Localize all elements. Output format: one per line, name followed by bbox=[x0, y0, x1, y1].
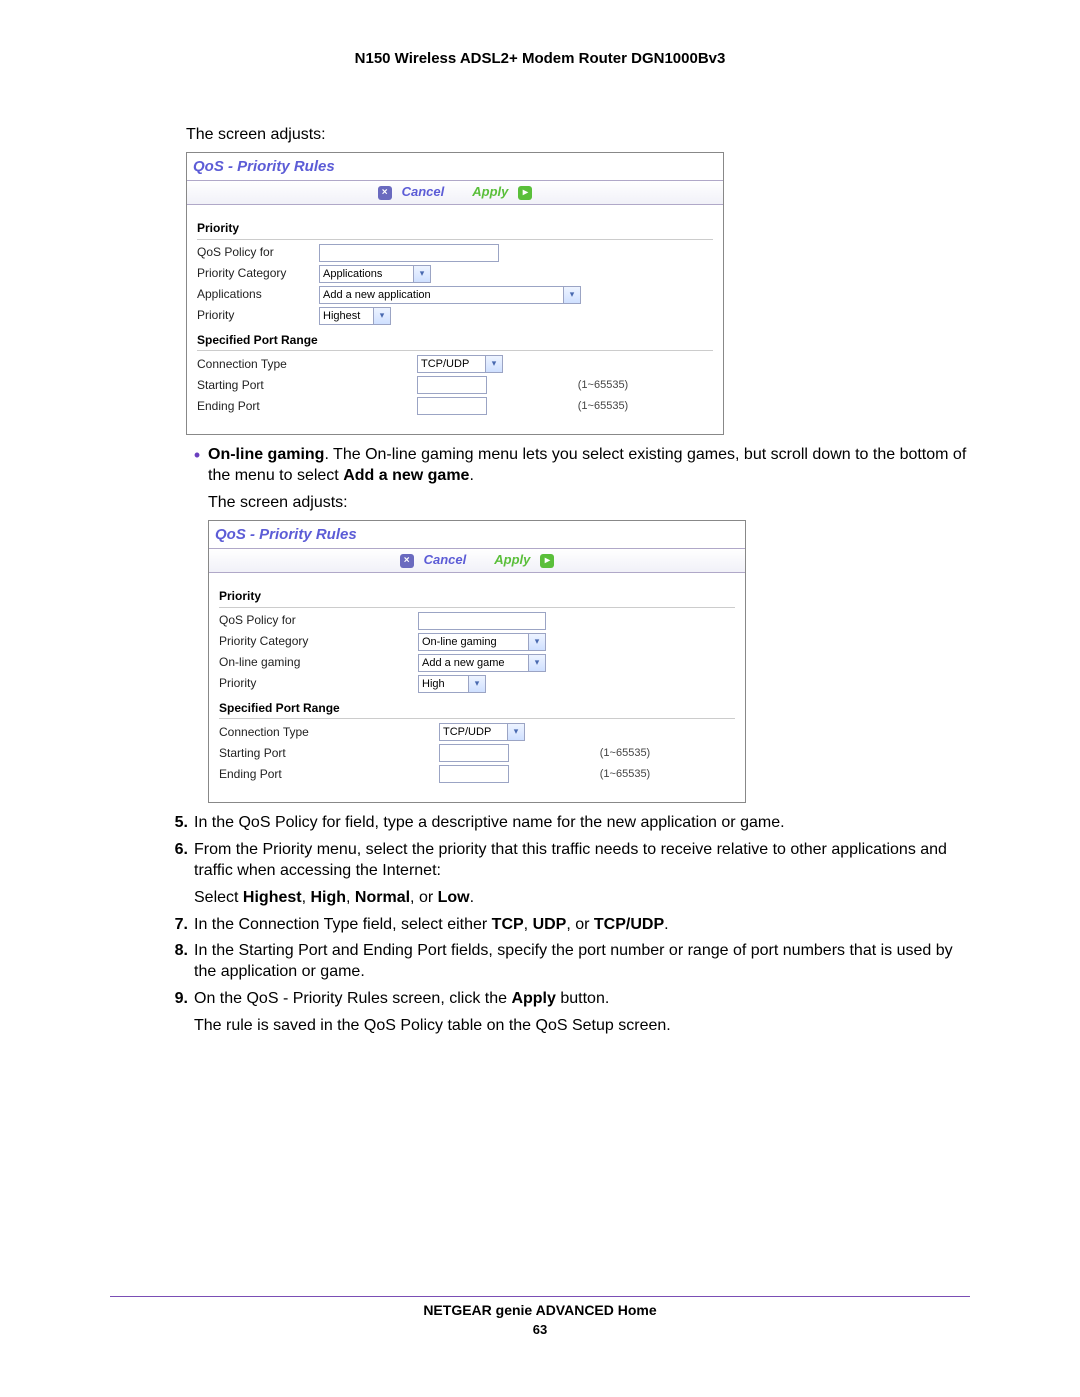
starting-port-input[interactable] bbox=[439, 744, 509, 762]
apply-button[interactable]: Apply ▸ bbox=[494, 552, 554, 569]
apply-label: Apply bbox=[494, 552, 530, 569]
ending-port-label: Ending Port bbox=[219, 767, 435, 783]
footer-title: NETGEAR genie ADVANCED Home bbox=[0, 1302, 1080, 1318]
port-range-header: Specified Port Range bbox=[219, 701, 735, 720]
apply-icon: ▸ bbox=[518, 186, 532, 200]
connection-type-select[interactable]: TCP/UDP ▾ bbox=[417, 355, 503, 373]
chevron-down-icon: ▾ bbox=[528, 634, 545, 650]
online-gaming-value: Add a new game bbox=[422, 656, 505, 670]
connection-type-value: TCP/UDP bbox=[421, 357, 469, 371]
port-hint: (1~65535) bbox=[600, 767, 735, 781]
step-7: 7. In the Connection Type field, select … bbox=[162, 915, 970, 936]
port-hint: (1~65535) bbox=[600, 746, 735, 760]
ending-port-input[interactable] bbox=[439, 765, 509, 783]
chevron-down-icon: ▾ bbox=[468, 676, 485, 692]
priority-label: Priority bbox=[197, 308, 315, 324]
ending-port-input[interactable] bbox=[417, 397, 487, 415]
starting-port-label: Starting Port bbox=[219, 746, 435, 762]
step-6: 6. From the Priority menu, select the pr… bbox=[162, 840, 970, 882]
priority-select[interactable]: High ▾ bbox=[418, 675, 486, 693]
lead-text-2: The screen adjusts: bbox=[208, 493, 970, 514]
chevron-down-icon: ▾ bbox=[507, 724, 524, 740]
online-gaming-select[interactable]: Add a new game ▾ bbox=[418, 654, 546, 672]
starting-port-input[interactable] bbox=[417, 376, 487, 394]
panel1-toolbar: × Cancel Apply ▸ bbox=[187, 180, 723, 205]
priority-category-value: Applications bbox=[323, 267, 382, 281]
priority-section-header: Priority bbox=[219, 589, 735, 608]
footer-rule bbox=[110, 1296, 970, 1297]
cancel-label: Cancel bbox=[402, 184, 445, 201]
ending-port-label: Ending Port bbox=[197, 399, 413, 415]
chevron-down-icon: ▾ bbox=[528, 655, 545, 671]
close-icon: × bbox=[378, 186, 392, 200]
qos-policy-label: QoS Policy for bbox=[197, 245, 315, 261]
qos-panel-1: QoS - Priority Rules × Cancel Apply ▸ Pr… bbox=[186, 152, 724, 436]
applications-label: Applications bbox=[197, 287, 315, 303]
qos-panel-2: QoS - Priority Rules × Cancel Apply ▸ Pr… bbox=[208, 520, 746, 804]
priority-category-select[interactable]: Applications ▾ bbox=[319, 265, 431, 283]
port-hint: (1~65535) bbox=[578, 378, 713, 392]
chevron-down-icon: ▾ bbox=[373, 308, 390, 324]
apply-button[interactable]: Apply ▸ bbox=[472, 184, 532, 201]
online-gaming-label: On-line gaming bbox=[219, 655, 414, 671]
priority-category-label: Priority Category bbox=[219, 634, 414, 650]
connection-type-label: Connection Type bbox=[197, 357, 413, 373]
qos-policy-label: QoS Policy for bbox=[219, 613, 414, 629]
chevron-down-icon: ▾ bbox=[485, 356, 502, 372]
lead-text-1: The screen adjusts: bbox=[186, 125, 970, 146]
page-number: 63 bbox=[0, 1322, 1080, 1337]
doc-header: N150 Wireless ADSL2+ Modem Router DGN100… bbox=[110, 50, 970, 67]
priority-category-value: On-line gaming bbox=[422, 635, 497, 649]
apply-label: Apply bbox=[472, 184, 508, 201]
port-hint: (1~65535) bbox=[578, 399, 713, 413]
connection-type-value: TCP/UDP bbox=[443, 725, 491, 739]
connection-type-label: Connection Type bbox=[219, 725, 435, 741]
priority-category-select[interactable]: On-line gaming ▾ bbox=[418, 633, 546, 651]
panel2-toolbar: × Cancel Apply ▸ bbox=[209, 548, 745, 573]
priority-value: Highest bbox=[323, 309, 360, 323]
step-9: 9. On the QoS - Priority Rules screen, c… bbox=[162, 989, 970, 1010]
cancel-button[interactable]: × Cancel bbox=[378, 184, 445, 201]
panel1-title: QoS - Priority Rules bbox=[187, 153, 723, 181]
applications-select[interactable]: Add a new application ▾ bbox=[319, 286, 581, 304]
step-5: 5. In the QoS Policy for field, type a d… bbox=[162, 813, 970, 834]
panel2-title: QoS - Priority Rules bbox=[209, 521, 745, 549]
priority-section-header: Priority bbox=[197, 221, 713, 240]
priority-value: High bbox=[422, 677, 445, 691]
step-9-note: The rule is saved in the QoS Policy tabl… bbox=[194, 1016, 970, 1037]
close-icon: × bbox=[400, 554, 414, 568]
bullet-icon: • bbox=[186, 445, 208, 465]
starting-port-label: Starting Port bbox=[197, 378, 413, 394]
priority-label: Priority bbox=[219, 676, 414, 692]
apply-icon: ▸ bbox=[540, 554, 554, 568]
priority-category-label: Priority Category bbox=[197, 266, 315, 282]
step-8: 8. In the Starting Port and Ending Port … bbox=[162, 941, 970, 983]
cancel-button[interactable]: × Cancel bbox=[400, 552, 467, 569]
priority-select[interactable]: Highest ▾ bbox=[319, 307, 391, 325]
online-gaming-bullet: On-line gaming. The On-line gaming menu … bbox=[208, 445, 970, 487]
applications-value: Add a new application bbox=[323, 288, 431, 302]
qos-policy-input[interactable] bbox=[418, 612, 546, 630]
step-6-note: Select Highest, High, Normal, or Low. bbox=[194, 888, 970, 909]
chevron-down-icon: ▾ bbox=[563, 287, 580, 303]
cancel-label: Cancel bbox=[424, 552, 467, 569]
connection-type-select[interactable]: TCP/UDP ▾ bbox=[439, 723, 525, 741]
qos-policy-input[interactable] bbox=[319, 244, 499, 262]
port-range-header: Specified Port Range bbox=[197, 333, 713, 352]
chevron-down-icon: ▾ bbox=[413, 266, 430, 282]
